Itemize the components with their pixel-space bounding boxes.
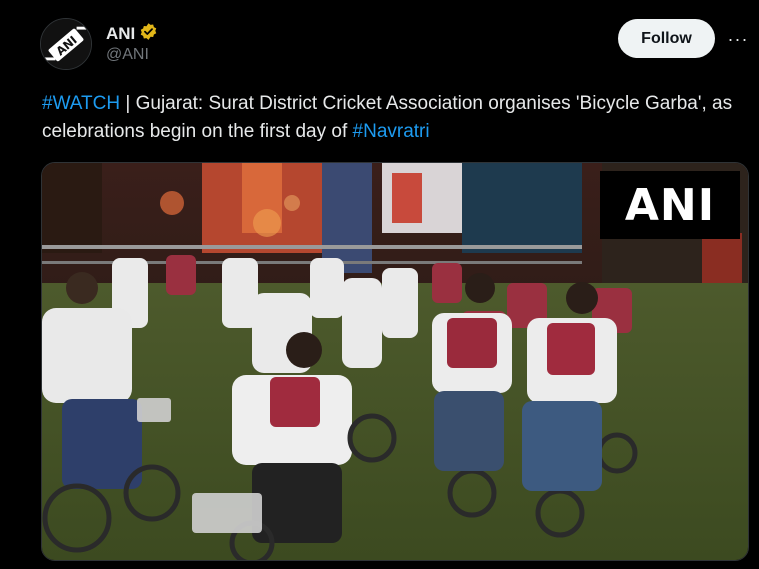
ani-logo-icon: ANI	[41, 19, 91, 69]
author-name-row: ANI	[106, 22, 158, 46]
more-options-icon[interactable]: ···	[724, 26, 752, 52]
follow-button[interactable]: Follow	[618, 19, 715, 58]
watermark-text: ANI	[624, 179, 716, 231]
tweet-video[interactable]: ANI	[41, 162, 749, 561]
author-avatar[interactable]: ANI	[40, 18, 92, 70]
verified-badge-icon	[139, 22, 158, 46]
author-display-name[interactable]: ANI	[106, 24, 135, 44]
hashtag-navratri[interactable]: #Navratri	[353, 121, 430, 142]
ani-watermark: ANI	[600, 171, 740, 239]
hashtag-watch[interactable]: #WATCH	[42, 93, 120, 114]
author-handle[interactable]: @ANI	[106, 46, 149, 64]
tweet-text: #WATCH | Gujarat: Surat District Cricket…	[42, 90, 742, 146]
